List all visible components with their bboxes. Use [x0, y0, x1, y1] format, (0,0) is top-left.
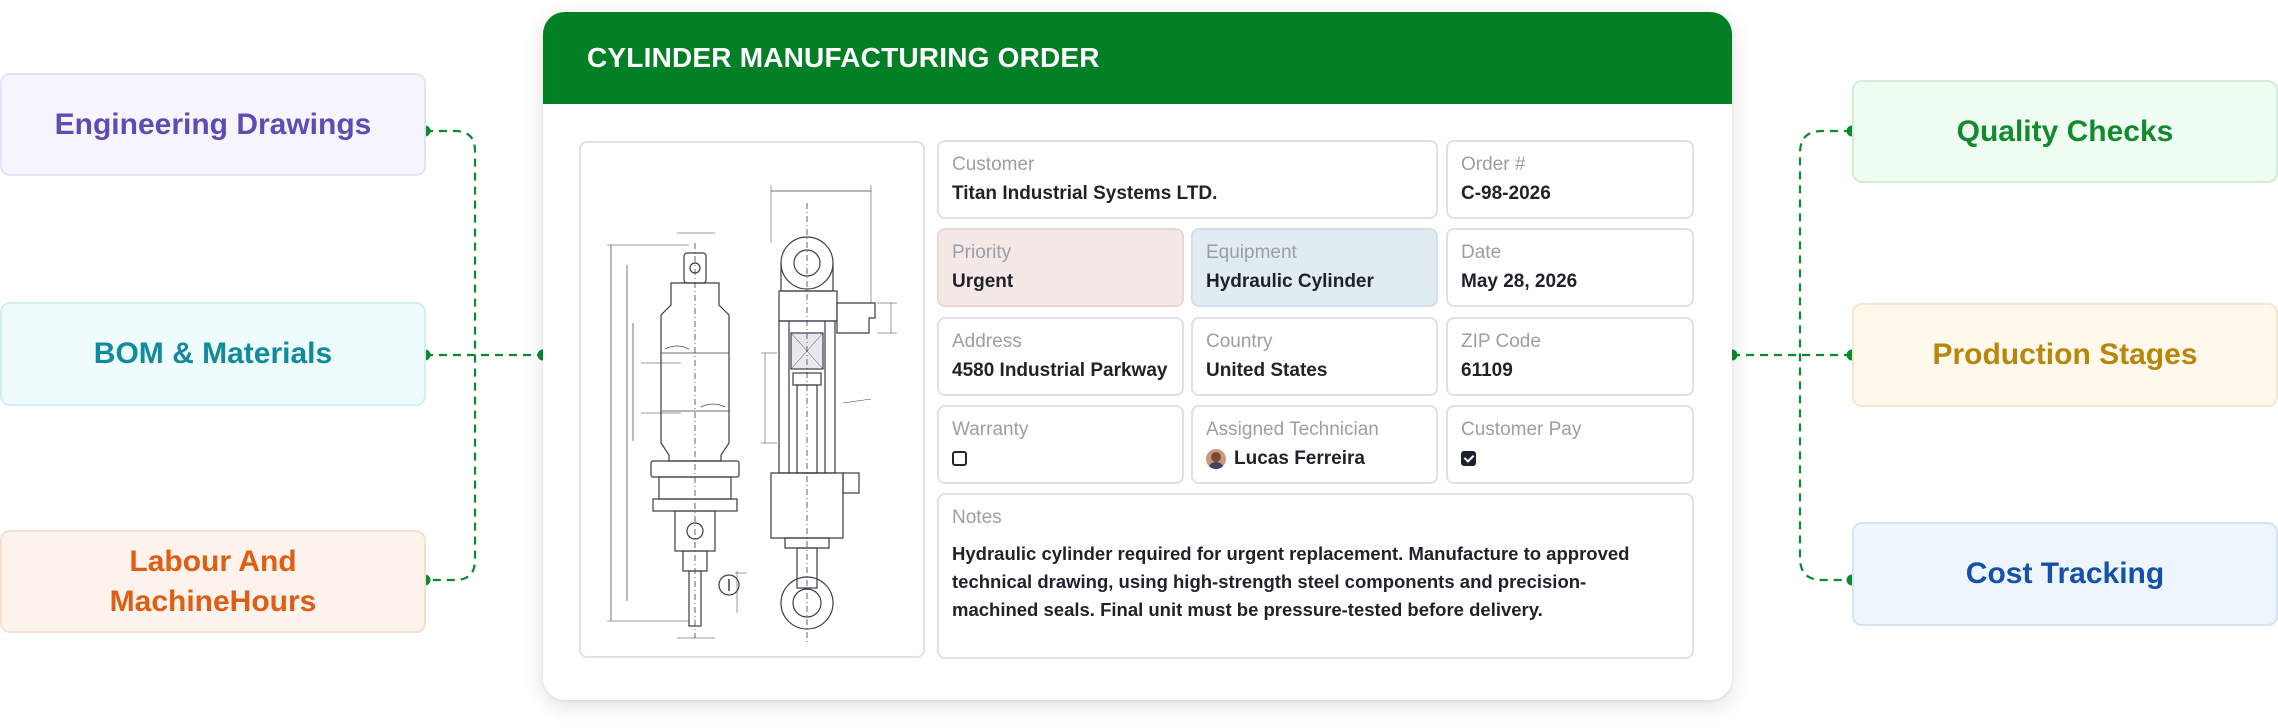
manufacturing-order-card: CYLINDER MANUFACTURING ORDER Customer Ti…: [543, 12, 1732, 700]
address-value: 4580 Industrial Parkway: [952, 360, 1168, 381]
country-field[interactable]: Country United States: [1191, 317, 1438, 396]
module-cost-tracking[interactable]: Cost Tracking: [1852, 522, 2278, 626]
customer-field[interactable]: Customer Titan Industrial Systems LTD.: [937, 140, 1438, 219]
priority-field[interactable]: Priority Urgent: [937, 228, 1184, 307]
priority-value: Urgent: [952, 271, 1014, 292]
priority-label: Priority: [952, 242, 1012, 263]
notes-field[interactable]: Notes Hydraulic cylinder required for ur…: [937, 493, 1694, 659]
order-header: CYLINDER MANUFACTURING ORDER: [543, 12, 1732, 104]
module-label: Engineering Drawings: [54, 107, 372, 141]
address-label: Address: [952, 331, 1022, 352]
notes-value: Hydraulic cylinder required for urgent r…: [952, 543, 1630, 620]
warranty-checkbox[interactable]: [952, 451, 967, 466]
zip-field[interactable]: ZIP Code 61109: [1446, 317, 1694, 396]
date-label: Date: [1461, 242, 1502, 263]
module-label: Quality Checks: [1956, 114, 2174, 148]
order-title: CYLINDER MANUFACTURING ORDER: [587, 42, 1100, 73]
module-label-line1: Labour And: [129, 544, 297, 578]
date-value: May 28, 2026: [1461, 271, 1578, 292]
module-label: BOM & Materials: [93, 337, 333, 370]
module-engineering-drawings[interactable]: Engineering Drawings: [0, 73, 426, 176]
customer-pay-checkbox[interactable]: [1461, 451, 1476, 466]
equipment-label: Equipment: [1206, 242, 1297, 263]
address-field[interactable]: Address 4580 Industrial Parkway: [937, 317, 1184, 396]
module-bom-materials[interactable]: BOM & Materials: [0, 302, 426, 406]
order-number-field[interactable]: Order # C-98-2026: [1446, 140, 1694, 219]
equipment-field[interactable]: Equipment Hydraulic Cylinder: [1191, 228, 1438, 307]
technician-label: Assigned Technician: [1206, 419, 1379, 440]
customer-label: Customer: [952, 154, 1035, 175]
warranty-label: Warranty: [952, 419, 1029, 440]
notes-label: Notes: [952, 507, 1002, 528]
module-production-stages[interactable]: Production Stages: [1852, 303, 2278, 407]
technician-field[interactable]: Assigned Technician Lucas Ferreira: [1191, 405, 1438, 484]
country-value: United States: [1206, 360, 1328, 381]
date-field[interactable]: Date May 28, 2026: [1446, 228, 1694, 307]
module-label: Production Stages: [1932, 338, 2198, 371]
equipment-value: Hydraulic Cylinder: [1206, 271, 1374, 292]
module-labour-machine-hours[interactable]: Labour And MachineHours: [0, 530, 426, 633]
warranty-field: Warranty: [937, 405, 1184, 484]
order-number-value: C-98-2026: [1461, 183, 1551, 204]
order-number-label: Order #: [1461, 154, 1526, 175]
country-label: Country: [1206, 331, 1273, 352]
zip-label: ZIP Code: [1461, 331, 1541, 352]
customer-pay-label: Customer Pay: [1461, 419, 1582, 440]
technical-drawing-icon: [607, 185, 897, 643]
customer-pay-field: Customer Pay: [1446, 405, 1694, 484]
module-label: Cost Tracking: [1965, 557, 2165, 590]
module-quality-checks[interactable]: Quality Checks: [1852, 80, 2278, 183]
technical-drawing[interactable]: [579, 141, 925, 658]
module-label-line2: MachineHours: [109, 584, 317, 618]
zip-value: 61109: [1461, 360, 1513, 381]
customer-value: Titan Industrial Systems LTD.: [952, 183, 1218, 204]
avatar: [1206, 449, 1226, 469]
technician-value: Lucas Ferreira: [1234, 448, 1365, 469]
